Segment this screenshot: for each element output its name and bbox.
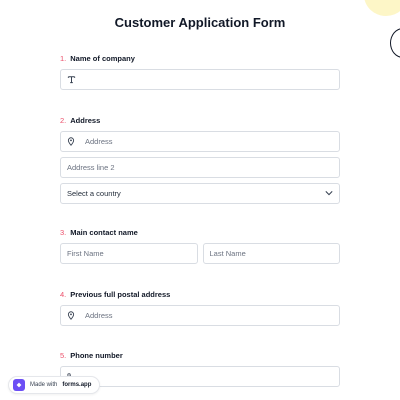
location-pin-icon: [67, 311, 79, 320]
address-line2-input[interactable]: Address line 2: [60, 157, 340, 178]
question-number: 1.: [60, 54, 67, 63]
forms-app-logo-icon: [13, 379, 25, 391]
previous-address-placeholder: Address: [85, 311, 113, 320]
location-pin-icon: [67, 137, 79, 146]
badge-prefix: Made with: [30, 382, 58, 388]
question-label: 3. Main contact name: [60, 228, 340, 240]
question-number: 3.: [60, 228, 67, 237]
made-with-forms-app-badge[interactable]: Made with forms.app: [8, 376, 101, 394]
decorative-blob: [364, 0, 400, 16]
address-line2-placeholder: Address line 2: [67, 163, 115, 172]
chevron-down-icon: [325, 189, 333, 198]
question-number: 4.: [60, 290, 67, 299]
form-title: Customer Application Form: [114, 15, 286, 30]
question-text: Previous full postal address: [70, 290, 171, 299]
question-text: Address: [70, 116, 101, 125]
question-address: 2. Address Address Address line 2 Select…: [60, 116, 340, 204]
question-previous-address: 4. Previous full postal address Address: [60, 290, 340, 326]
question-label: 1. Name of company: [60, 54, 340, 66]
badge-brand: forms.app: [62, 382, 92, 388]
question-label: 2. Address: [60, 116, 340, 128]
text-icon: [67, 75, 79, 84]
contact-name-row: First Name Last Name: [60, 243, 340, 264]
question-company-name: 1. Name of company: [60, 54, 340, 90]
country-select-value: Select a country: [67, 189, 121, 198]
question-text: Main contact name: [70, 228, 138, 237]
last-name-placeholder: Last Name: [209, 249, 246, 258]
decorative-ring: [390, 28, 400, 58]
question-number: 2.: [60, 116, 67, 125]
question-label: 5. Phone number: [60, 351, 340, 363]
first-name-placeholder: First Name: [67, 249, 104, 258]
previous-address-input[interactable]: Address: [60, 305, 340, 326]
question-text: Phone number: [70, 351, 123, 360]
company-name-input[interactable]: [60, 69, 340, 90]
question-phone-number: 5. Phone number: [60, 351, 340, 387]
question-label: 4. Previous full postal address: [60, 290, 340, 302]
country-select[interactable]: Select a country: [60, 183, 340, 204]
address-line1-input[interactable]: Address: [60, 131, 340, 152]
phone-number-input[interactable]: [60, 366, 340, 387]
question-number: 5.: [60, 351, 67, 360]
question-main-contact: 3. Main contact name First Name Last Nam…: [60, 228, 340, 264]
last-name-input[interactable]: Last Name: [202, 243, 340, 264]
first-name-input[interactable]: First Name: [60, 243, 198, 264]
question-text: Name of company: [70, 54, 135, 63]
address-line1-placeholder: Address: [85, 137, 113, 146]
